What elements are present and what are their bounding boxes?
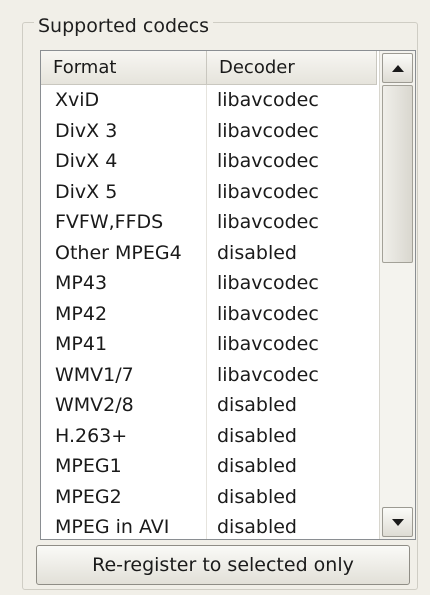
codec-decoder-cell[interactable]: libavcodec [207,146,377,177]
list-header: Format Decoder [41,51,377,85]
codec-decoder-cell[interactable]: disabled [207,512,377,539]
codec-row[interactable]: MP43 libavcodec [41,268,377,299]
codec-decoder-cell[interactable]: disabled [207,482,377,513]
codec-list[interactable]: Format Decoder XviD libavcodec DivX 3 libav… [40,50,416,540]
codec-decoder-cell[interactable]: disabled [207,421,377,452]
group-title: Supported codecs [34,15,214,37]
codec-row[interactable]: DivX 4 libavcodec [41,146,377,177]
column-header-decoder[interactable]: Decoder [207,51,377,84]
codec-decoder-cell[interactable]: libavcodec [207,299,377,330]
codec-decoder-cell[interactable]: libavcodec [207,329,377,360]
scroll-down-button[interactable] [382,507,413,537]
codec-row[interactable]: H.263+ disabled [41,420,377,452]
codec-format-cell: MP43 [41,268,207,299]
codec-row[interactable]: DivX 5 libavcodec [41,176,377,208]
codec-settings-panel: Supported codecs Format Decoder XviD liba… [0,0,430,595]
codec-row[interactable]: WMV2/8 disabled [41,390,377,421]
codec-format-cell: WMV2/8 [41,390,207,421]
codec-decoder-cell[interactable]: libavcodec [207,360,377,391]
codec-decoder-cell[interactable]: libavcodec [207,177,377,208]
codec-format-cell: Other MPEG4 [41,237,207,268]
codec-rows: XviD libavcodec DivX 3 libavcodec DivX 4 liba… [41,85,377,539]
codec-row[interactable]: MP41 libavcodec [41,329,377,360]
codec-decoder-cell[interactable]: libavcodec [207,116,377,147]
vertical-scrollbar[interactable] [379,51,415,539]
codec-format-cell: WMV1/7 [41,359,207,390]
codec-row[interactable]: DivX 3 libavcodec [41,115,377,147]
codec-format-cell: DivX 3 [41,115,207,146]
column-header-format[interactable]: Format [41,51,207,84]
codec-row[interactable]: WMV1/7 libavcodec [41,359,377,391]
codec-format-cell: MPEG in AVI [41,512,207,539]
codec-row[interactable]: FVFW,FFDS libavcodec [41,207,377,238]
codec-format-cell: MP42 [41,298,207,329]
scroll-up-button[interactable] [382,53,413,83]
codec-row[interactable]: MPEG2 disabled [41,481,377,513]
codec-row[interactable]: Other MPEG4 disabled [41,237,377,269]
codec-format-cell: XviD [41,85,207,116]
arrow-down-icon [391,518,404,526]
codec-format-cell: MP41 [41,329,207,360]
codec-format-cell: H.263+ [41,420,207,451]
codec-decoder-cell[interactable]: libavcodec [207,207,377,238]
re-register-button[interactable]: Re-register to selected only [36,545,410,585]
arrow-up-icon [391,64,404,72]
codec-decoder-cell[interactable]: libavcodec [207,268,377,299]
codec-row[interactable]: XviD libavcodec [41,85,377,116]
codec-format-cell: MPEG2 [41,481,207,512]
codec-decoder-cell[interactable]: disabled [207,238,377,269]
codec-format-cell: DivX 5 [41,176,207,207]
codec-row[interactable]: MPEG in AVI disabled [41,512,377,539]
codec-format-cell: DivX 4 [41,146,207,177]
codec-format-cell: FVFW,FFDS [41,207,207,238]
codec-decoder-cell[interactable]: libavcodec [207,85,377,116]
codec-format-cell: MPEG1 [41,451,207,482]
codec-row[interactable]: MPEG1 disabled [41,451,377,482]
scrollbar-thumb[interactable] [382,85,413,263]
codec-decoder-cell[interactable]: disabled [207,390,377,421]
codec-decoder-cell[interactable]: disabled [207,451,377,482]
codec-row[interactable]: MP42 libavcodec [41,298,377,330]
